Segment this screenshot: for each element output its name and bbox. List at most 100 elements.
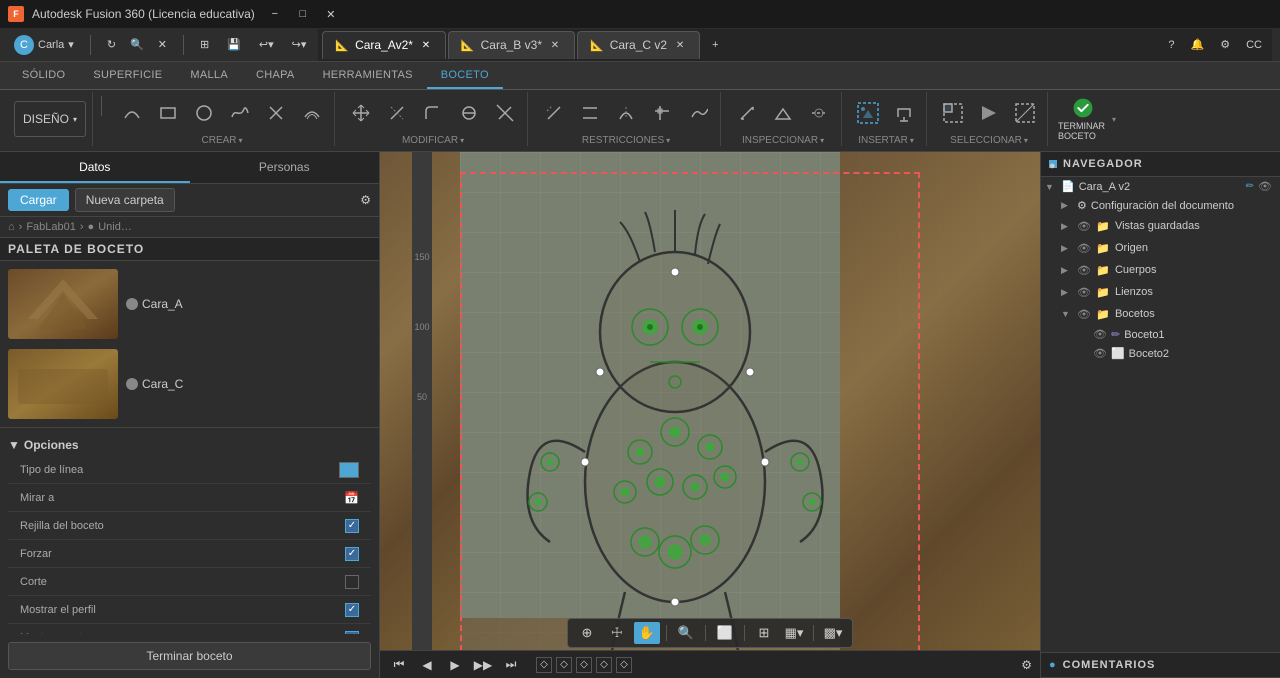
ribbon-modify2-btn[interactable]: [381, 97, 413, 129]
crear-label[interactable]: CREAR ▾: [202, 135, 243, 146]
module-tab-superficie[interactable]: SUPERFICIE: [79, 62, 176, 89]
look-button[interactable]: ☩: [604, 622, 630, 644]
modificar-label[interactable]: MODIFICAR ▾: [402, 135, 464, 146]
nav-item-cuerpos[interactable]: ▶ 👁 📁 Cuerpos: [1041, 259, 1280, 281]
display-mode-button[interactable]: ⬜: [712, 622, 738, 644]
nav-item-origen[interactable]: ▶ 👁 📁 Origen: [1041, 237, 1280, 259]
ribbon-offset-btn[interactable]: [296, 97, 328, 129]
orbit-button[interactable]: ⊕: [574, 622, 600, 644]
ribbon-measure-btn[interactable]: [731, 97, 763, 129]
grid-view-button[interactable]: ⊞: [194, 32, 215, 58]
notification-button[interactable]: 🔔: [1185, 32, 1211, 58]
options-header[interactable]: ▼ Opciones: [8, 434, 371, 456]
add-tab-button[interactable]: +: [706, 32, 724, 58]
seleccionar-label[interactable]: SELECCIONAR ▾: [950, 135, 1028, 146]
breadcrumb-home[interactable]: ⌂: [8, 221, 15, 233]
module-tab-malla[interactable]: MALLA: [176, 62, 242, 89]
nueva-carpeta-button[interactable]: Nueva carpeta: [75, 188, 175, 212]
timeline-marker-5[interactable]: ◇: [616, 657, 632, 673]
inspeccionar-label[interactable]: INSPECCIONAR ▾: [742, 135, 824, 146]
minimize-button[interactable]: −: [263, 4, 287, 24]
tab-close-1[interactable]: ✕: [548, 38, 562, 52]
forzar-checkbox[interactable]: [345, 547, 359, 561]
thumbnail-cara-c[interactable]: Cara_C: [4, 345, 375, 423]
thumbnail-cara-a[interactable]: Cara_A: [4, 265, 375, 343]
ribbon-constrain4-btn[interactable]: [646, 97, 678, 129]
tab-close-0[interactable]: ✕: [419, 38, 433, 52]
breadcrumb-fablab[interactable]: FabLab01: [26, 221, 76, 233]
ribbon-constrain2-btn[interactable]: [574, 97, 606, 129]
tab-close-2[interactable]: ✕: [673, 38, 687, 52]
pb-last-button[interactable]: ⏭: [500, 654, 522, 676]
zoom-button[interactable]: 🔍: [673, 622, 699, 644]
settings-tab-button[interactable]: ⚙: [1214, 32, 1236, 58]
timeline-marker-1[interactable]: ◇: [536, 657, 552, 673]
undo-button[interactable]: ↩▾: [253, 32, 280, 58]
pb-prev-button[interactable]: ◀: [416, 654, 438, 676]
design-dropdown-button[interactable]: DISEÑO ▾: [14, 101, 86, 137]
insertar-label[interactable]: INSERTAR ▾: [858, 135, 914, 146]
ribbon-circle-btn[interactable]: [188, 97, 220, 129]
save-button[interactable]: 💾: [221, 32, 247, 58]
ribbon-modify5-btn[interactable]: [489, 97, 521, 129]
tab-cara-bv3[interactable]: 📐 Cara_B v3* ✕: [448, 31, 575, 59]
pb-first-button[interactable]: ⏮: [388, 654, 410, 676]
cargar-button[interactable]: Cargar: [8, 189, 69, 211]
ribbon-select3-btn[interactable]: [1009, 97, 1041, 129]
nav-item-config[interactable]: ▶ ⚙ Configuración del documento: [1041, 196, 1280, 215]
nav-eye-origen[interactable]: 👁: [1077, 242, 1091, 255]
nav-item-bocetos[interactable]: ▼ 👁 📁 Bocetos: [1041, 303, 1280, 325]
ribbon-inspect2-btn[interactable]: [767, 97, 799, 129]
grid-type-button[interactable]: ▦▾: [781, 622, 807, 644]
ribbon-trim-btn[interactable]: [260, 97, 292, 129]
ribbon-rect-btn[interactable]: [152, 97, 184, 129]
nav-item-cara-av2[interactable]: ▼ 📄 Cara_A v2 ✏ 👁: [1041, 177, 1280, 196]
settings-icon[interactable]: ⚙: [360, 193, 371, 207]
community-button[interactable]: CC: [1240, 32, 1268, 58]
timeline-marker-2[interactable]: ◇: [556, 657, 572, 673]
breadcrumb-unid-label[interactable]: Unid…: [98, 221, 132, 233]
module-tab-solido[interactable]: SÓLIDO: [8, 62, 79, 89]
pan-button[interactable]: ✋: [634, 622, 660, 644]
grid-toggle-button[interactable]: ⊞: [751, 622, 777, 644]
nav-item-boceto2[interactable]: ▶ 👁 ⬜ Boceto2: [1041, 344, 1280, 363]
mostrar-puntos-checkbox[interactable]: [345, 631, 359, 635]
help-button[interactable]: ?: [1162, 32, 1180, 58]
ribbon-inspect3-btn[interactable]: [803, 97, 835, 129]
user-menu[interactable]: C Carla ▾: [8, 32, 80, 58]
mostrar-perfil-checkbox[interactable]: [345, 603, 359, 617]
timeline-marker-4[interactable]: ◇: [596, 657, 612, 673]
pb-next-button[interactable]: ▶▶: [472, 654, 494, 676]
maximize-button[interactable]: □: [291, 4, 315, 24]
timeline-marker-3[interactable]: ◇: [576, 657, 592, 673]
ribbon-constrain5-btn[interactable]: [682, 97, 714, 129]
ribbon-fillet-btn[interactable]: [417, 97, 449, 129]
viewport[interactable]: 150 100 50: [380, 152, 1040, 678]
mirar-a-icon[interactable]: 📅: [344, 491, 359, 505]
nav-eye-boceto1[interactable]: 👁: [1093, 328, 1107, 341]
ribbon-finish-btn[interactable]: TERMINAR BOCETO: [1058, 97, 1108, 141]
ribbon-insert-svg-btn[interactable]: [888, 97, 920, 129]
ribbon-arc-btn[interactable]: [116, 97, 148, 129]
ribbon-insert-img-btn[interactable]: [852, 97, 884, 129]
module-tab-boceto[interactable]: BOCETO: [427, 62, 503, 89]
nav-eye-lienzos[interactable]: 👁: [1077, 286, 1091, 299]
ribbon-constrain3-btn[interactable]: [610, 97, 642, 129]
cancel-button[interactable]: ✕: [152, 32, 173, 58]
pb-play-button[interactable]: ▶: [444, 654, 466, 676]
tab-cara-cv2[interactable]: 📐 Cara_C v2 ✕: [577, 31, 700, 59]
nav-item-vistas[interactable]: ▶ 👁 📁 Vistas guardadas: [1041, 215, 1280, 237]
refresh-button[interactable]: ↻: [101, 32, 122, 58]
panel-tab-personas[interactable]: Personas: [190, 152, 380, 183]
timeline-settings-icon[interactable]: ⚙: [1021, 658, 1032, 672]
search-button[interactable]: 🔍: [124, 32, 150, 58]
panel-tab-datos[interactable]: Datos: [0, 152, 190, 183]
ribbon-spline-btn[interactable]: [224, 97, 256, 129]
panels-button[interactable]: ▩▾: [820, 622, 846, 644]
restricciones-label[interactable]: RESTRICCIONES ▾: [582, 135, 670, 146]
close-button[interactable]: ✕: [319, 4, 343, 24]
nav-eye-boceto2[interactable]: 👁: [1093, 347, 1107, 360]
terminar-dropdown-arrow[interactable]: ▾: [1112, 115, 1116, 124]
ribbon-move-btn[interactable]: [345, 97, 377, 129]
redo-button[interactable]: ↪▾: [286, 32, 313, 58]
